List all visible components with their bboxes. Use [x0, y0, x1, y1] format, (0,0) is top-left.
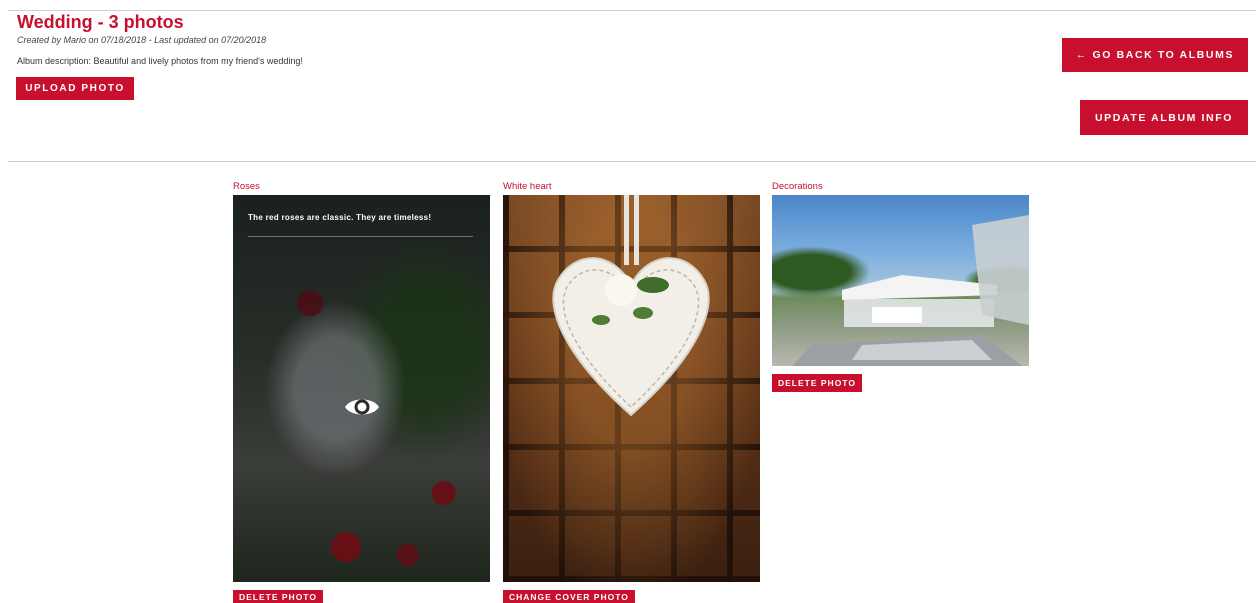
- change-cover-photo-button[interactable]: CHANGE COVER PHOTO: [503, 590, 635, 603]
- garden-tent-illustration: [792, 215, 1029, 366]
- photo-hover-overlay: [233, 195, 490, 582]
- photo-title-white-heart: White heart: [503, 181, 552, 192]
- photo-white-heart[interactable]: [503, 195, 760, 582]
- eye-icon[interactable]: [344, 393, 380, 421]
- delete-photo-button[interactable]: DELETE PHOTO: [233, 590, 323, 603]
- top-divider: [8, 10, 1256, 11]
- upload-photo-button[interactable]: UPLOAD PHOTO: [16, 77, 134, 100]
- caption-divider: [248, 236, 473, 237]
- photo-title-roses: Roses: [233, 181, 260, 192]
- photo-caption: The red roses are classic. They are time…: [248, 213, 432, 222]
- photo-decorations[interactable]: [772, 195, 1029, 366]
- photo-title-decorations: Decorations: [772, 181, 823, 192]
- section-divider: [8, 161, 1256, 162]
- album-meta: Created by Mario on 07/18/2018 - Last up…: [17, 35, 267, 45]
- album-description: Album description: Beautiful and lively …: [17, 56, 303, 66]
- update-album-info-button[interactable]: UPDATE ALBUM INFO: [1080, 100, 1248, 135]
- album-title: Wedding - 3 photos: [17, 12, 184, 32]
- delete-photo-button[interactable]: DELETE PHOTO: [772, 374, 862, 392]
- album-header: Wedding - 3 photos Created by Mario on 0…: [17, 12, 303, 67]
- photo-roses[interactable]: The red roses are classic. They are time…: [233, 195, 490, 582]
- white-heart-illustration: [552, 195, 710, 417]
- go-back-to-albums-button[interactable]: ← GO BACK TO ALBUMS: [1062, 38, 1248, 72]
